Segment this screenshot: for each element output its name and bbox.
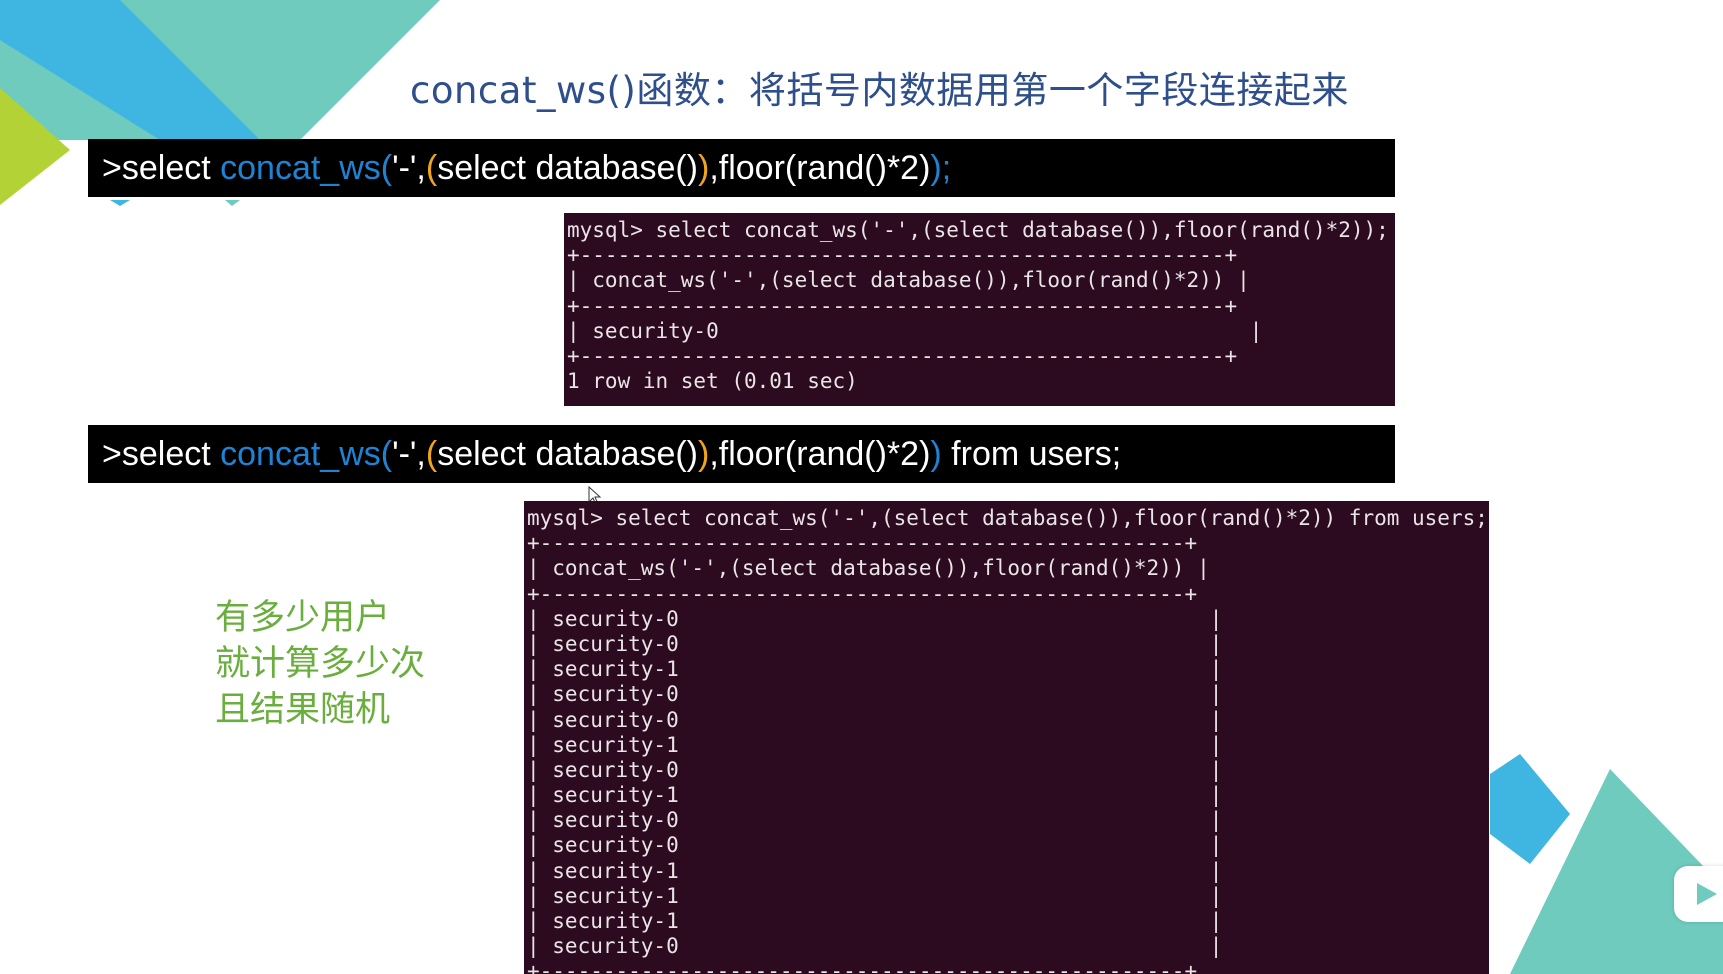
query2-sub-open: ( xyxy=(425,435,438,473)
terminal-line: | security-1 | xyxy=(527,883,1223,908)
query1-close-paren: ) xyxy=(930,149,942,187)
annotation-line-2: 就计算多少次 xyxy=(215,644,426,684)
terminal-line: +---------------------------------------… xyxy=(567,293,1238,318)
terminal-line: | security-0 | xyxy=(527,934,1223,959)
terminal-line: | security-0 | xyxy=(527,833,1223,858)
terminal-line: +---------------------------------------… xyxy=(527,959,1198,974)
query2-close-paren: ) xyxy=(930,435,942,473)
terminal-line: | concat_ws('-',(select database()),floo… xyxy=(527,556,1210,581)
query1-rest: ,floor(rand()*2) xyxy=(709,149,931,187)
terminal-line: | security-0 | xyxy=(527,808,1223,833)
annotation-note: 有多少用户 就计算多少次 且结果随机 xyxy=(215,595,425,733)
terminal-line: +---------------------------------------… xyxy=(567,343,1238,368)
terminal-line: +---------------------------------------… xyxy=(527,531,1198,556)
query1-tail: ; xyxy=(941,149,952,187)
terminal-line: +---------------------------------------… xyxy=(567,243,1238,268)
terminal-output-1: mysql> select concat_ws('-',(select data… xyxy=(564,213,1395,406)
query1-prompt: >select xyxy=(102,149,221,187)
terminal-line: 1 row in set (0.01 sec) xyxy=(567,369,858,394)
terminal-line: | security-1 | xyxy=(527,732,1223,757)
query1-separator: '-', xyxy=(392,149,426,187)
query2-subquery: select database() xyxy=(437,435,698,473)
video-player-button[interactable] xyxy=(1674,866,1723,922)
terminal-output-2: mysql> select concat_ws('-',(select data… xyxy=(524,501,1489,974)
query2-open-paren: ( xyxy=(380,435,393,473)
bottom-right-decoration xyxy=(1490,754,1723,974)
query2-tail: from users; xyxy=(941,435,1122,473)
query-bar-2: >select concat_ws('-',(select database()… xyxy=(88,425,1395,483)
query2-separator: '-', xyxy=(392,435,426,473)
annotation-line-1: 有多少用户 xyxy=(215,598,391,638)
terminal-line: | concat_ws('-',(select database()),floo… xyxy=(567,268,1250,293)
play-icon xyxy=(1697,883,1717,905)
terminal-line: | security-1 | xyxy=(527,783,1223,808)
annotation-line-3: 且结果随机 xyxy=(215,690,391,730)
query1-sub-open: ( xyxy=(425,149,438,187)
query2-prompt: >select xyxy=(102,435,221,473)
terminal-line: | security-0 | xyxy=(527,682,1223,707)
terminal-line: | security-0 | xyxy=(527,631,1223,656)
query1-open-paren: ( xyxy=(380,149,393,187)
terminal-line: | security-0 | xyxy=(527,757,1223,782)
terminal-line: | security-0 | xyxy=(527,707,1223,732)
query1-function: concat_ws xyxy=(220,149,381,187)
terminal-line: | security-0 | xyxy=(567,318,1263,343)
terminal-line: | security-0 | xyxy=(527,606,1223,631)
slide-title: concat_ws()函数：将括号内数据用第一个字段连接起来 xyxy=(410,69,1349,112)
terminal-line: | security-1 | xyxy=(527,909,1223,933)
query2-sub-close: ) xyxy=(698,435,710,473)
terminal-line: | security-1 | xyxy=(527,657,1223,682)
query1-subquery: select database() xyxy=(437,149,698,187)
terminal-line: +---------------------------------------… xyxy=(527,581,1198,606)
terminal-line: mysql> select concat_ws('-',(select data… xyxy=(567,218,1389,242)
query-bar-1: >select concat_ws('-',(select database()… xyxy=(88,139,1395,197)
query2-rest: ,floor(rand()*2) xyxy=(709,435,931,473)
query2-function: concat_ws xyxy=(220,435,381,473)
terminal-line: mysql> select concat_ws('-',(select data… xyxy=(527,506,1488,530)
terminal-line: | security-1 | xyxy=(527,858,1223,883)
query1-sub-close: ) xyxy=(698,149,710,187)
